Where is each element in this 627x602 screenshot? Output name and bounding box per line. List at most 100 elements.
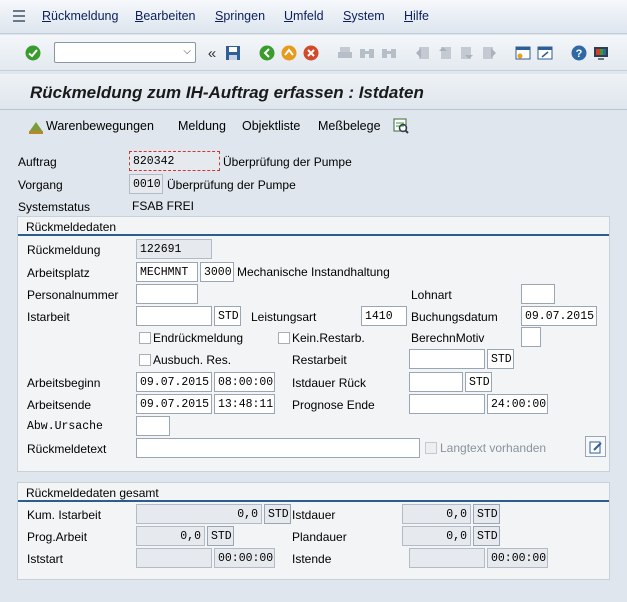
istdauer-rueck-field[interactable] [409,372,463,392]
personalnummer-field[interactable] [136,284,198,304]
svg-text:?: ? [576,48,583,60]
arbeitsende-time-field[interactable]: 13:48:11 [214,394,275,414]
personalnummer-label: Personalnummer [27,288,119,302]
istende-date-field [409,548,485,568]
edit-longtext-button[interactable] [585,436,606,457]
menu-bar: Rückmeldung Bearbeiten Springen Umfeld S… [0,0,627,34]
prognose-ende-label: Prognose Ende [292,398,375,412]
endrueckmeldung-label: Endrückmeldung [153,331,244,345]
berechnmotiv-field[interactable] [521,327,541,347]
endrueckmeldung-checkbox[interactable] [139,332,151,344]
objektliste-button[interactable]: Objektliste [242,119,300,133]
systemstatus-value: FSAB FREI [132,199,195,213]
vorgang-label: Vorgang [18,178,63,192]
find-icon[interactable] [358,44,376,62]
vorgang-field[interactable]: 0010 [129,174,163,194]
auftrag-field[interactable]: 820342 [129,151,220,171]
werk-field[interactable]: 3000 [200,262,234,282]
auftrag-label: Auftrag [18,155,57,169]
overview-icon[interactable] [392,117,410,138]
chevron-down-icon[interactable]: ⌵ [183,46,191,57]
shortcut-icon[interactable] [536,44,554,62]
page-title: Rückmeldung zum IH-Auftrag erfassen : Is… [30,83,424,102]
kum-istarbeit-label: Kum. Istarbeit [27,508,102,522]
abw-ursache-label: Abw.Ursache [27,420,103,433]
istdauer-label: Istdauer [292,508,336,522]
exit-icon[interactable] [280,44,298,62]
goods-movement-icon [28,119,44,138]
restarbeit-label: Restarbeit [292,353,347,367]
leistungsart-label: Leistungsart [251,310,317,324]
new-session-icon[interactable] [514,44,532,62]
prognose-ende-date-field[interactable] [409,394,485,414]
enter-icon[interactable] [24,44,42,62]
abw-ursache-field[interactable] [136,416,170,436]
kum-istarbeit-unit: STD [264,504,291,524]
lohnart-label: Lohnart [411,288,452,302]
back-arrows-icon[interactable]: « [203,44,221,62]
menu-umfeld[interactable]: Umfeld [284,9,324,23]
lohnart-field[interactable] [521,284,555,304]
edit-icon [589,441,602,453]
arbeitsende-date-field[interactable]: 09.07.2015 [136,394,212,414]
iststart-label: Iststart [27,552,64,566]
istarbeit-unit[interactable]: STD [214,306,241,326]
istdauer-rueck-unit[interactable]: STD [465,372,492,392]
vorgang-text: Überprüfung der Pumpe [167,178,296,192]
arbeitsplatz-field[interactable]: MECHMNT [136,262,198,282]
gesamt-title: Rückmeldedaten gesamt [26,486,159,500]
last-page-icon[interactable] [480,44,498,62]
prev-page-icon[interactable] [436,44,454,62]
system-toolbar: ⌵ « ? [0,35,627,71]
menu-bearbeiten[interactable]: Bearbeiten [135,9,195,23]
help-icon[interactable]: ? [570,44,588,62]
command-field[interactable]: ⌵ [54,42,196,63]
menu-hilfe[interactable]: Hilfe [404,9,429,23]
prog-arbeit-label: Prog.Arbeit [27,530,88,544]
prognose-ende-time-field[interactable]: 24:00:00 [487,394,548,414]
messbelege-button[interactable]: Meßbelege [318,119,381,133]
berechnmotiv-label: BerechnMotiv [411,331,485,345]
arbeitsende-label: Arbeitsende [27,398,92,412]
kein-restarb-checkbox[interactable] [278,332,290,344]
print-icon[interactable] [336,44,354,62]
istende-label: Istende [292,552,332,566]
plandauer-label: Plandauer [292,530,347,544]
arbeitsplatz-text: Mechanische Instandhaltung [237,265,390,279]
panel-divider [18,234,609,236]
langtext-label: Langtext vorhanden [440,441,547,455]
arbeitsbeginn-time-field[interactable]: 08:00:00 [214,372,275,392]
istarbeit-field[interactable] [136,306,212,326]
restarbeit-field[interactable] [409,349,485,369]
sap-menu-icon[interactable] [13,10,27,22]
customize-icon[interactable] [592,44,610,62]
save-icon[interactable] [224,44,242,62]
meldung-button[interactable]: Meldung [178,119,226,133]
first-page-icon[interactable] [414,44,432,62]
menu-springen[interactable]: Springen [215,9,265,23]
kein-restarb-label: Kein.Restarb. [292,331,365,345]
back-icon[interactable] [258,44,276,62]
arbeitsbeginn-date-field[interactable]: 09.07.2015 [136,372,212,392]
arbeitsbeginn-label: Arbeitsbeginn [27,376,101,390]
langtext-checkbox [425,442,437,454]
warenbewegungen-button[interactable]: Warenbewegungen [46,119,154,133]
next-page-icon[interactable] [458,44,476,62]
iststart-time-field: 00:00:00 [214,548,275,568]
find-next-icon[interactable] [380,44,398,62]
auftrag-text: Überprüfung der Pumpe [223,155,352,169]
buchungsdatum-field[interactable]: 09.07.2015 [521,306,597,326]
rueckmeldetext-label: Rückmeldetext [27,442,107,456]
ausbuch-res-label: Ausbuch. Res. [153,353,232,367]
application-toolbar: Warenbewegungen Meldung Objektliste Meßb… [0,111,627,143]
istdauer-rueck-label: Istdauer Rück [292,376,367,390]
rueckmeldetext-field[interactable] [136,438,420,458]
istdauer-field: 0,0 [402,504,471,524]
restarbeit-unit[interactable]: STD [487,349,514,369]
menu-system[interactable]: System [343,9,385,23]
cancel-icon[interactable] [302,44,320,62]
menu-rueckmeldung[interactable]: Rückmeldung [42,9,118,23]
rueckmeldung-field[interactable]: 122691 [136,239,212,259]
leistungsart-field[interactable]: 1410 [361,306,407,326]
ausbuch-res-checkbox[interactable] [139,354,151,366]
